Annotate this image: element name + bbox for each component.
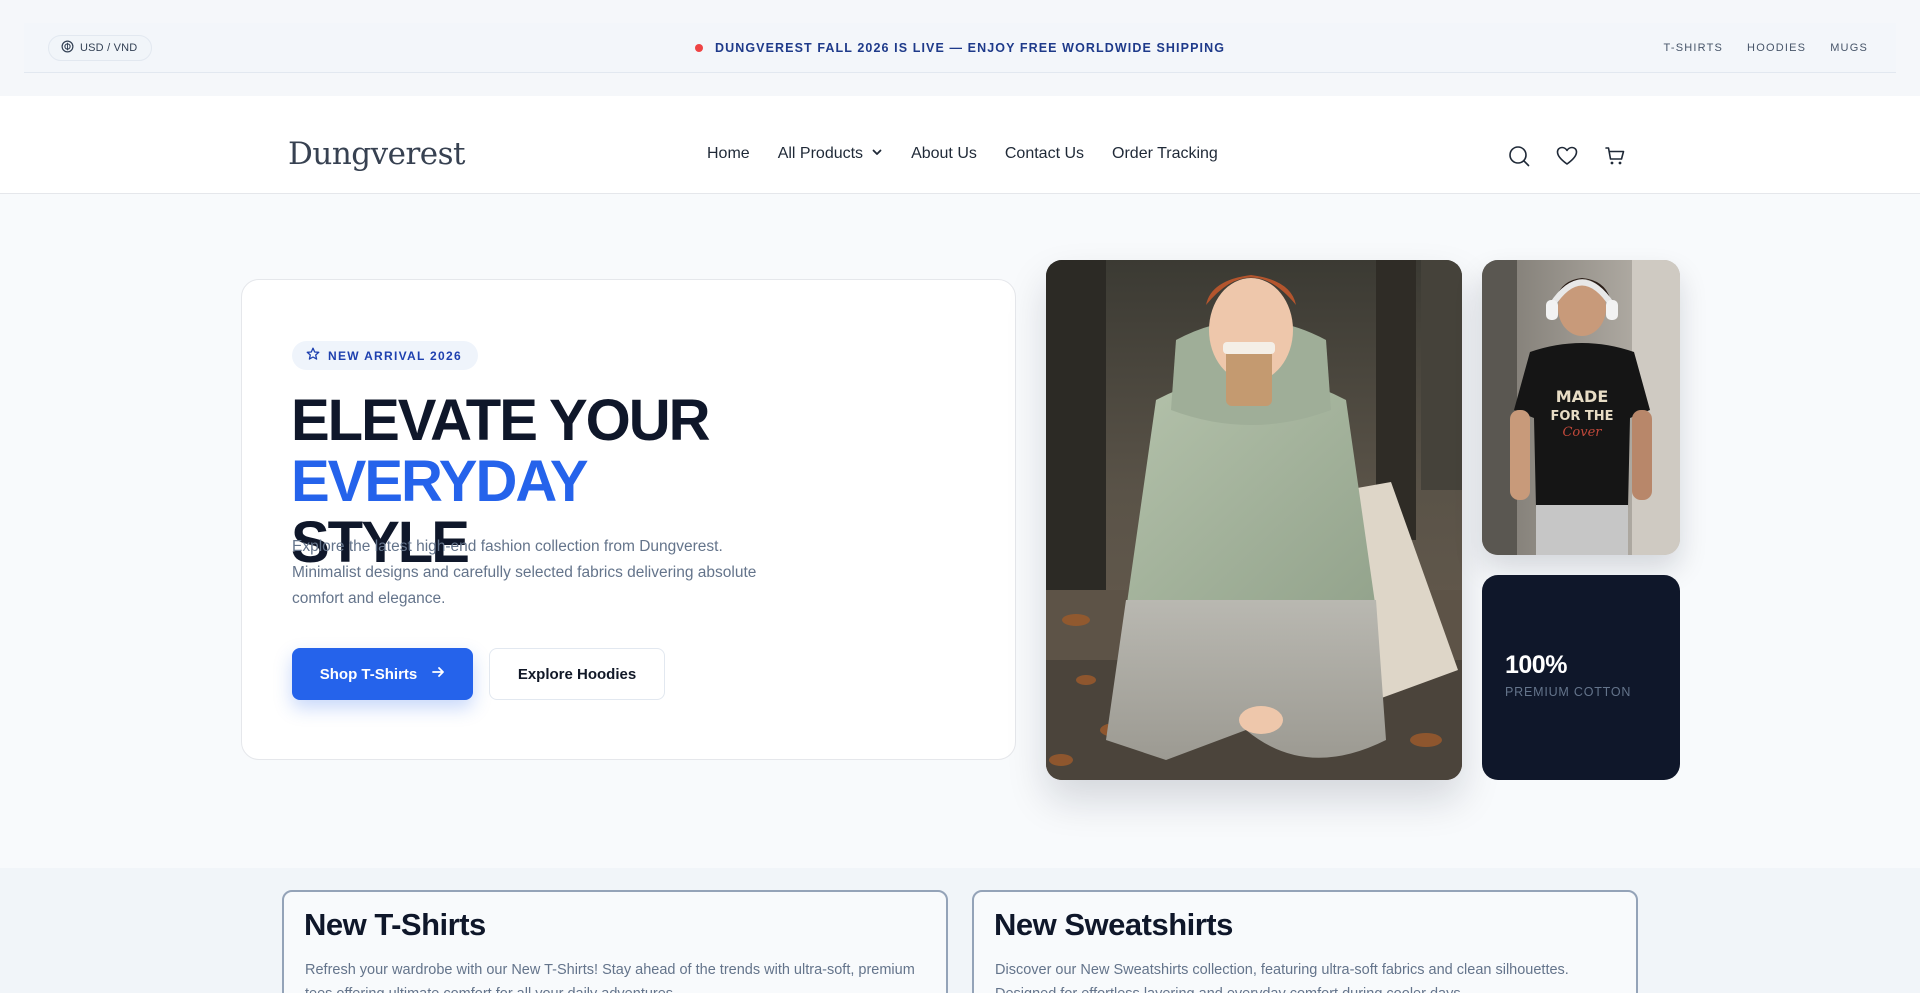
live-dot-icon	[694, 44, 703, 52]
announcement: DUNGVEREST FALL 2026 IS LIVE — ENJOY FRE…	[24, 23, 1896, 73]
nav-home[interactable]: Home	[707, 145, 750, 163]
badge-label: NEW ARRIVAL 2026	[328, 348, 462, 363]
announcement-text: DUNGVEREST FALL 2026 IS LIVE — ENJOY FRE…	[714, 41, 1226, 55]
search-icon[interactable]	[1508, 145, 1530, 167]
hero-description: Explore the latest high-end fashion coll…	[292, 538, 757, 607]
chevron-down-icon	[871, 145, 883, 163]
category-description: Refresh your wardrobe with our New T-Shi…	[305, 962, 915, 993]
hero-image-hoodie-model	[1046, 260, 1462, 780]
cart-icon[interactable]	[1604, 145, 1626, 167]
shop-tshirts-label: Shop T-Shirts	[319, 665, 418, 683]
nav-all-products-label: All Products	[777, 145, 864, 162]
nav-contact-us-label: Contact Us	[1004, 145, 1085, 162]
shirt-graphic-line2: FOR THE	[1550, 409, 1613, 424]
topbar-link-tshirts[interactable]: T-SHIRTS	[1664, 42, 1724, 54]
nav-order-tracking-label: Order Tracking	[1112, 145, 1218, 162]
logo[interactable]: Dungverest	[288, 136, 466, 172]
category-card-sweatshirts[interactable]: New Sweatshirts Discover our New Sweatsh…	[972, 890, 1638, 993]
nav-about-us[interactable]: About Us	[911, 145, 977, 163]
category-description: Discover our New Sweatshirts collection,…	[995, 962, 1569, 993]
announcement-bar: USD / VND DUNGVEREST FALL 2026 IS LIVE —…	[24, 23, 1896, 73]
announcement-bar-wrapper: USD / VND DUNGVEREST FALL 2026 IS LIVE —…	[0, 0, 1920, 96]
topbar-link-mugs[interactable]: MUGS	[1830, 42, 1868, 54]
hero-title-line1: ELEVATE YOUR	[291, 388, 711, 453]
hero-title-accent: EVERYDAY	[291, 449, 589, 514]
header-actions	[1508, 145, 1626, 167]
site-header: Dungverest Home All Products About Us Co…	[0, 96, 1920, 194]
shirt-graphic-line1: MADE	[1556, 387, 1609, 406]
nav-contact-us[interactable]: Contact Us	[1005, 145, 1084, 163]
arrow-right-icon	[431, 665, 445, 683]
stat-label: PREMIUM COTTON	[1505, 685, 1632, 699]
nav-home-label: Home	[707, 145, 750, 162]
hero-card: NEW ARRIVAL 2026 ELEVATE YOUR EVERYDAY S…	[241, 279, 1016, 760]
explore-hoodies-button[interactable]: Explore Hoodies	[489, 648, 665, 700]
category-title: New T-Shirts	[304, 907, 486, 942]
shirt-graphic-line3: Cover	[1562, 425, 1602, 440]
new-arrival-badge: NEW ARRIVAL 2026	[292, 341, 478, 370]
nav-about-us-label: About Us	[911, 145, 977, 162]
star-icon	[306, 347, 320, 364]
shop-tshirts-button[interactable]: Shop T-Shirts	[292, 648, 473, 700]
explore-hoodies-label: Explore Hoodies	[517, 665, 637, 683]
nav-order-tracking[interactable]: Order Tracking	[1112, 145, 1218, 163]
category-title: New Sweatshirts	[994, 907, 1233, 942]
premium-cotton-card: 100% PREMIUM COTTON	[1482, 575, 1680, 780]
stat-value: 100%	[1505, 651, 1567, 679]
heart-icon[interactable]	[1556, 145, 1578, 167]
topbar-links: T-SHIRTS HOODIES MUGS	[1664, 23, 1868, 73]
hero-image-tshirt-model: MADE FOR THE Cover	[1482, 260, 1680, 555]
main-nav: Home All Products About Us Contact Us Or…	[707, 145, 1218, 163]
category-card-tshirts[interactable]: New T-Shirts Refresh your wardrobe with …	[282, 890, 948, 993]
nav-all-products[interactable]: All Products	[778, 145, 883, 163]
topbar-link-hoodies[interactable]: HOODIES	[1747, 42, 1806, 54]
